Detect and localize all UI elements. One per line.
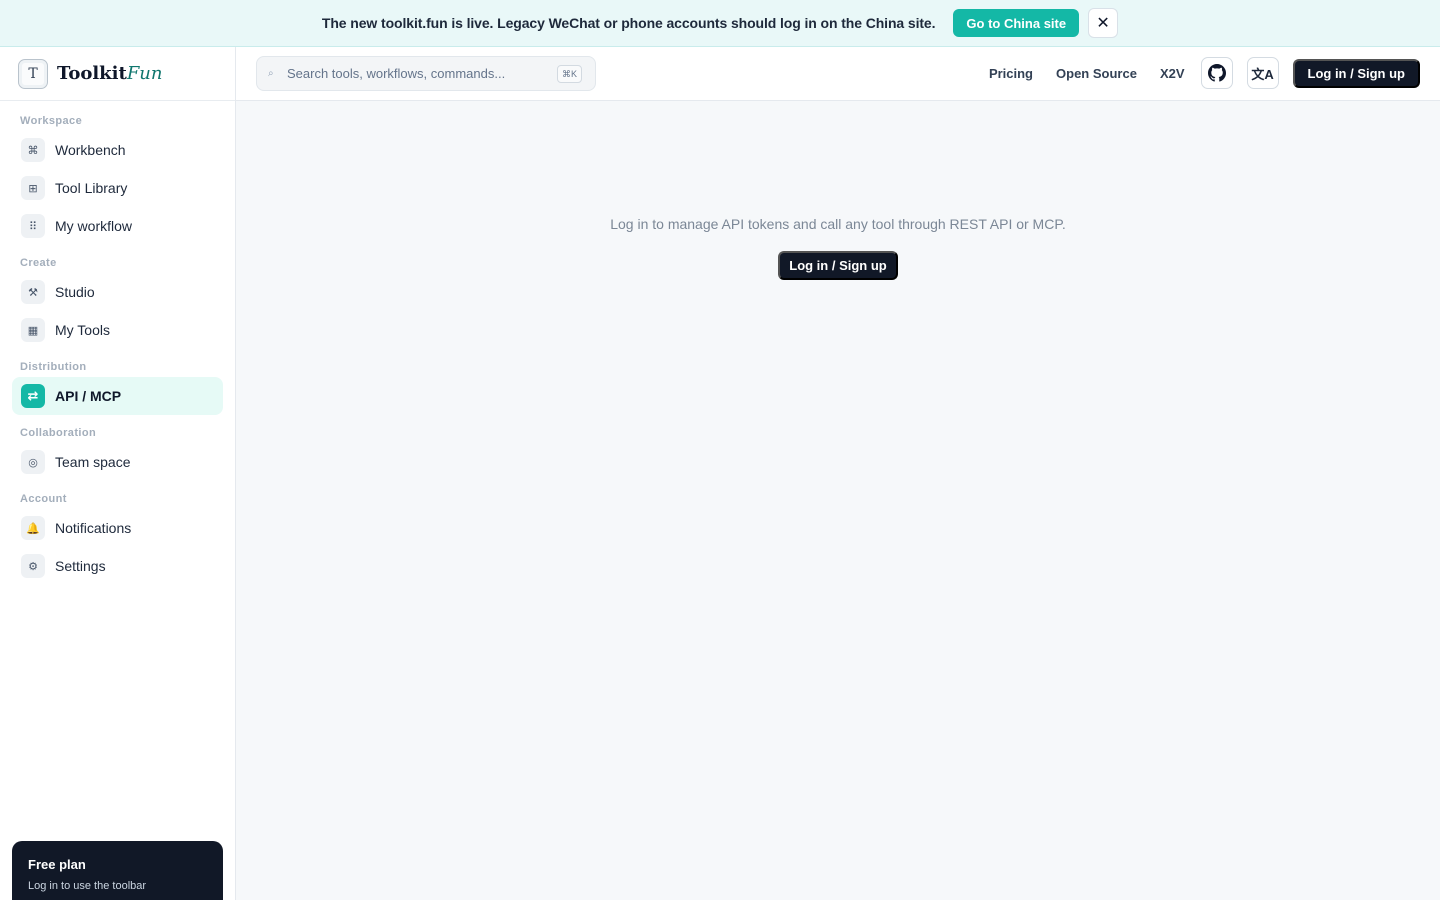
bell-icon: 🔔 — [21, 516, 45, 540]
main-content: Log in to manage API tokens and call any… — [236, 101, 1440, 900]
github-button[interactable] — [1200, 57, 1233, 89]
sidebar-item-api-mcp[interactable]: ⇄ API / MCP — [12, 377, 223, 415]
sidebar-item-team-space[interactable]: ◎ Team space — [12, 443, 223, 481]
sidebar-nav: Workspace ⌘ Workbench ⊞ Tool Library ⠿ M… — [0, 101, 235, 585]
sidebar-item-my-workflow[interactable]: ⠿ My workflow — [12, 207, 223, 245]
sidebar-item-workbench[interactable]: ⌘ Workbench — [12, 131, 223, 169]
github-icon — [1207, 64, 1226, 82]
grid-icon: ⊞ — [21, 176, 45, 200]
language-button[interactable]: 文A — [1246, 57, 1279, 89]
go-to-china-site-button[interactable]: Go to China site — [953, 9, 1080, 37]
gear-icon: ⚙ — [21, 554, 45, 578]
sidebar-item-label: My Tools — [55, 322, 110, 338]
workflow-icon: ⠿ — [21, 214, 45, 238]
sidebar-item-label: API / MCP — [55, 388, 122, 404]
brand-name: ToolkitFun — [57, 63, 163, 84]
section-label-distribution: Distribution — [20, 361, 87, 373]
section-label-account: Account — [20, 493, 67, 505]
section-label-create: Create — [20, 257, 57, 269]
command-icon: ⌘ — [21, 138, 45, 162]
sidebar-item-label: Team space — [55, 454, 131, 470]
team-icon: ◎ — [21, 450, 45, 474]
section-label-workspace: Workspace — [20, 115, 83, 127]
swap-icon: ⇄ — [21, 384, 45, 408]
sidebar-item-label: Tool Library — [55, 180, 128, 196]
top-links: Pricing Open Source X2V 文A Log in / Sign… — [989, 57, 1420, 89]
box-icon: ▦ — [21, 318, 45, 342]
login-prompt-message: Log in to manage API tokens and call any… — [610, 216, 1066, 232]
login-signup-button-top[interactable]: Log in / Sign up — [1292, 58, 1420, 88]
banner-message: The new toolkit.fun is live. Legacy WeCh… — [321, 15, 936, 31]
plan-subtitle: Log in to use the toolbar — [28, 880, 147, 892]
sidebar-item-label: Settings — [55, 558, 106, 574]
sidebar-item-label: My workflow — [55, 218, 133, 234]
plan-card[interactable]: Free plan Log in to use the toolbar — [12, 841, 223, 900]
x2v-link[interactable]: X2V — [1160, 66, 1185, 81]
logo-mark-icon: T — [18, 58, 48, 89]
search-shortcut-badge: ⌘K — [556, 65, 582, 83]
translate-icon: 文A — [1251, 66, 1274, 82]
top-bar: ⌕ ⌘K Pricing Open Source X2V 文A Log in /… — [236, 47, 1440, 101]
announcement-banner: The new toolkit.fun is live. Legacy WeCh… — [0, 0, 1440, 47]
close-icon: ✕ — [1096, 15, 1110, 32]
sidebar-item-my-tools[interactable]: ▦ My Tools — [12, 311, 223, 349]
search-box[interactable]: ⌕ ⌘K — [256, 56, 596, 91]
sidebar-item-notifications[interactable]: 🔔 Notifications — [12, 509, 223, 547]
plan-title: Free plan — [28, 857, 86, 872]
banner-close-button[interactable]: ✕ — [1088, 8, 1119, 38]
login-signup-button-main[interactable]: Log in / Sign up — [778, 251, 898, 280]
sidebar-item-settings[interactable]: ⚙ Settings — [12, 547, 223, 585]
search-icon: ⌕ — [268, 68, 274, 79]
sidebar-item-tool-library[interactable]: ⊞ Tool Library — [12, 169, 223, 207]
hammer-icon: ⚒ — [21, 280, 45, 304]
sidebar: T ToolkitFun Workspace ⌘ Workbench ⊞ Too… — [0, 47, 236, 900]
section-label-collaboration: Collaboration — [20, 427, 97, 439]
sidebar-item-label: Workbench — [55, 142, 126, 158]
sidebar-item-label: Notifications — [55, 520, 132, 536]
search-input[interactable] — [287, 66, 547, 81]
sidebar-item-studio[interactable]: ⚒ Studio — [12, 273, 223, 311]
open-source-link[interactable]: Open Source — [1056, 66, 1137, 81]
sidebar-item-label: Studio — [55, 284, 95, 300]
pricing-link[interactable]: Pricing — [989, 66, 1033, 81]
brand-logo[interactable]: T ToolkitFun — [0, 47, 235, 101]
